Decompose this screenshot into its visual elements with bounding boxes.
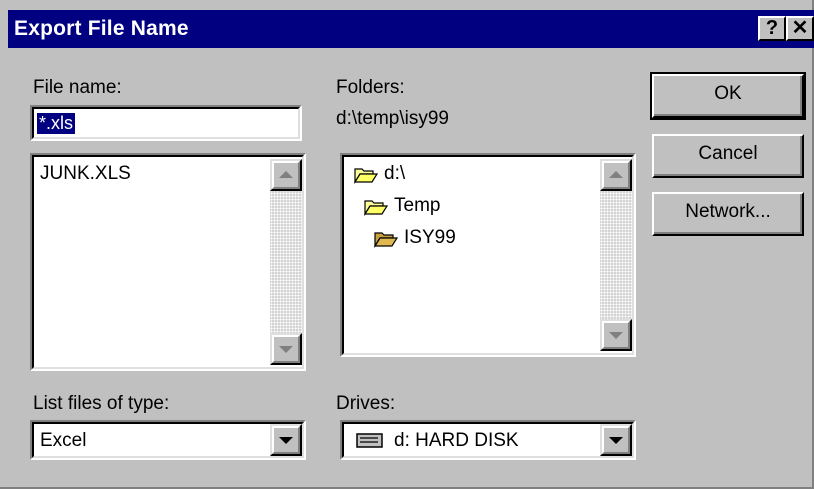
file-list-scrollbar[interactable] (270, 159, 302, 365)
drives-label: Drives: (336, 393, 396, 414)
file-list[interactable]: JUNK.XLS (30, 153, 306, 371)
open-folder-icon (354, 168, 378, 184)
folders-label: Folders: (336, 77, 405, 98)
file-type-selected: Excel (40, 430, 87, 451)
file-name-label: File name: (33, 77, 122, 99)
folder-tree-scroll-up-button[interactable] (600, 159, 632, 191)
export-file-name-dialog: Export File Name ? ✕ File name: *.xls JU… (0, 0, 814, 489)
file-name-input-value[interactable]: *.xls (37, 113, 76, 134)
chevron-down-icon (279, 437, 293, 444)
scroll-down-arrow-icon (279, 346, 293, 353)
folder-item-label: ISY99 (404, 227, 456, 248)
dialog-title: Export File Name (14, 17, 189, 40)
drives-selected: d: HARD DISK (394, 430, 519, 451)
folder-tree[interactable]: d:\ Temp ISY99 (340, 153, 636, 357)
file-name-label-text: File name: (33, 77, 122, 98)
folder-item-label: d:\ (384, 163, 406, 184)
file-type-label: List files of type: (33, 393, 170, 414)
scroll-down-arrow-icon (609, 332, 623, 339)
hard-disk-icon (356, 433, 383, 448)
drives-dropdown-button[interactable] (600, 424, 632, 456)
cancel-button[interactable]: Cancel (652, 134, 804, 178)
ok-button[interactable]: OK (650, 72, 806, 120)
folder-tree-scrollbar[interactable] (600, 159, 632, 351)
open-folder-icon (374, 232, 398, 248)
file-name-input[interactable]: *.xls (30, 105, 302, 141)
file-list-scroll-down-button[interactable] (270, 333, 302, 365)
current-folder-path: d:\temp\isy99 (336, 108, 449, 129)
drives-dropdown[interactable]: d: HARD DISK (340, 420, 636, 460)
open-folder-icon (364, 200, 388, 216)
chevron-down-icon (609, 437, 623, 444)
scroll-up-arrow-icon (609, 171, 623, 178)
scroll-up-arrow-icon (279, 171, 293, 178)
title-bar[interactable]: Export File Name ? ✕ (8, 10, 814, 48)
folder-tree-scroll-down-button[interactable] (600, 319, 632, 351)
file-list-scroll-up-button[interactable] (270, 159, 302, 191)
file-type-dropdown-button[interactable] (270, 424, 302, 456)
network-button[interactable]: Network... (652, 192, 804, 236)
file-type-dropdown[interactable]: Excel (30, 420, 306, 460)
close-button[interactable]: ✕ (786, 16, 814, 41)
folder-item-label: Temp (394, 195, 441, 216)
file-list-item[interactable]: JUNK.XLS (40, 163, 131, 185)
folder-tree-inner (342, 155, 634, 355)
file-list-inner (32, 155, 304, 369)
help-button[interactable]: ? (758, 16, 786, 41)
